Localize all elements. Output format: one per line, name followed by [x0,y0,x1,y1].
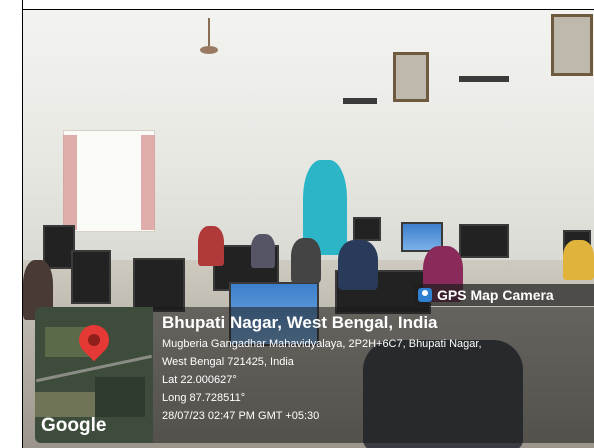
curtain-right [141,135,155,230]
portrait-frame-right [551,14,593,76]
student [251,234,275,268]
curtain-left [63,135,77,230]
wall-sign [343,98,377,104]
longitude: Long 87.728511° [162,392,246,404]
address-line-1: Mugberia Gangadhar Mahavidyalaya, 2P2H+6… [162,338,482,350]
map-thumbnail: Google [35,307,153,443]
google-logo: Google [41,415,107,436]
portrait-frame-center [393,52,429,102]
monitor [459,224,509,258]
student [291,238,321,283]
monitor [133,258,185,312]
latitude: Lat 22.000627° [162,374,237,386]
timestamp: 28/07/23 02:47 PM GMT +05:30 [162,410,320,422]
student [338,240,378,290]
gps-camera-badge: GPS Map Camera [414,284,594,306]
gps-camera-app-name: GPS Map Camera [437,287,554,303]
ceiling-fan [200,18,218,54]
address-line-2: West Bengal 721425, India [162,356,294,368]
left-border [0,0,23,448]
monitor [71,250,111,304]
top-border [0,0,594,10]
place-title: Bhupati Nagar, West Bengal, India [162,313,438,332]
location-info: Bhupati Nagar, West Bengal, India Mugber… [162,313,592,425]
student [198,226,224,266]
monitor [353,217,381,241]
wall-sign [459,76,509,82]
student [563,240,594,280]
gps-map-camera-icon [418,288,432,302]
photo-frame: GPS Map Camera Google Bhupati Nagar, Wes… [0,0,594,448]
